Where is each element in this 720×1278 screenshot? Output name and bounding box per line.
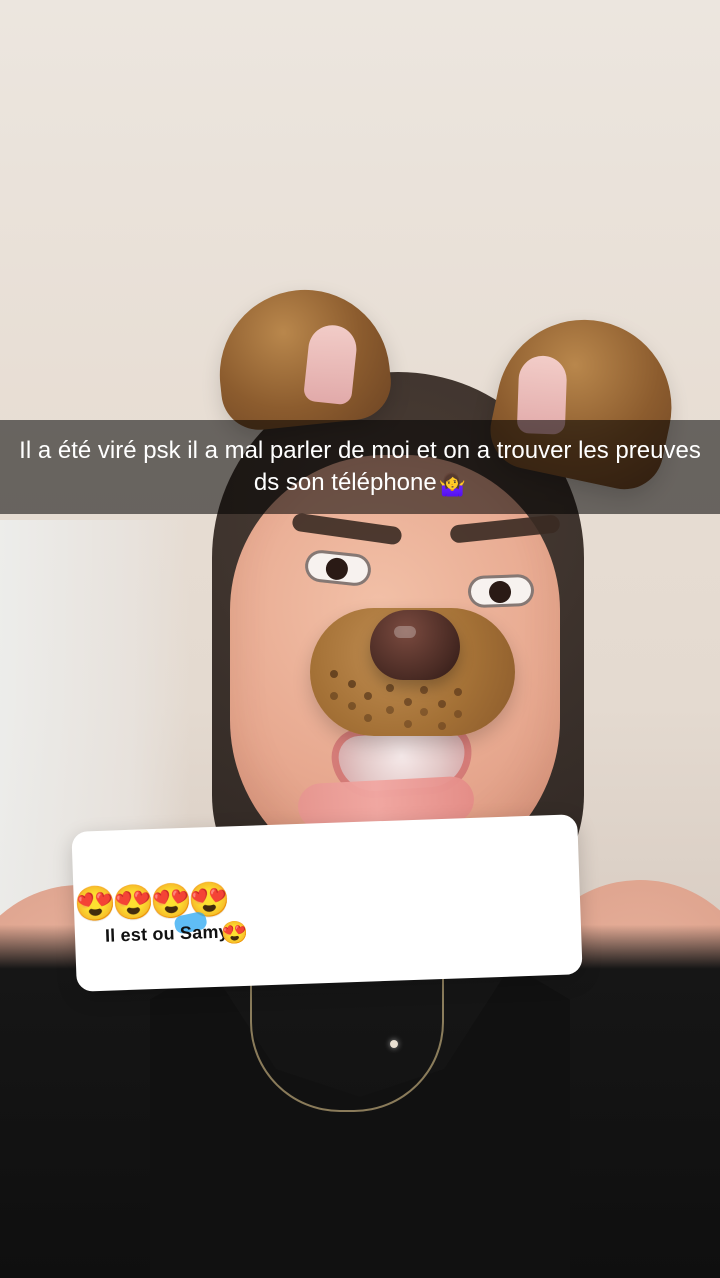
caption-text: Il a été viré psk il a mal parler de moi… [19,437,701,496]
story-caption-text: Il a été viré psk il a mal parler de moi… [18,435,702,499]
right-eye [467,573,535,609]
dog-filter-left-ear [211,281,395,434]
heart-eyes-emoji-icon: 😍 [111,883,155,923]
shrug-emoji-icon: 🤷‍♀️ [438,472,467,497]
heart-eyes-emoji-icon: 😍 [73,884,117,924]
snapchat-story-screen: Il a été viré psk il a mal parler de moi… [0,0,720,1278]
heart-eyes-emoji-icon: 😍 [220,919,249,946]
story-caption-bar: Il a été viré psk il a mal parler de moi… [0,420,720,514]
dog-filter-nose [370,610,460,680]
reply-sticker[interactable]: 😍 😍 😍 😍 Il est ou Samy ? 😍 [71,814,583,992]
dog-filter-left-ear-inner [302,322,359,406]
necklace-pendant [390,1040,398,1048]
heart-eyes-emoji-icon: 😍 [149,881,193,922]
